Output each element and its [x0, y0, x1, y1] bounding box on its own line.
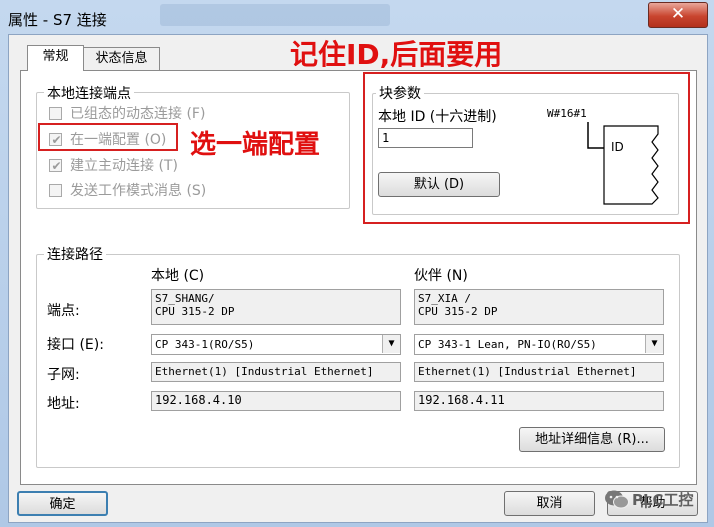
close-button[interactable]: ✕ — [648, 2, 708, 28]
chevron-down-icon[interactable]: ▼ — [645, 335, 663, 353]
partner-interface-select[interactable]: CP 343-1 Lean, PN-IO(RO/S5) ▼ — [414, 334, 664, 355]
local-id-input[interactable]: 1 — [378, 128, 473, 148]
chevron-down-icon[interactable]: ▼ — [382, 335, 400, 353]
window-title: 属性 - S7 连接 — [8, 11, 107, 29]
block-params-legend: 块参数 — [376, 83, 424, 103]
connection-path-legend: 连接路径 — [44, 244, 106, 264]
address-details-button[interactable]: 地址详细信息 (R)... — [519, 427, 665, 452]
tab-label: 常规 — [42, 49, 69, 64]
local-endpoint-legend: 本地连接端点 — [44, 83, 134, 103]
send-mode-message-label: 发送工作模式消息 (S) — [70, 183, 207, 199]
annotation-remember-id: 记住ID,后面要用 — [290, 38, 503, 71]
watermark-text: PLC工控 — [632, 491, 694, 509]
local-interface-value: CP 343-1(RO/S5) — [155, 338, 255, 351]
address-row-label: 地址: — [47, 396, 80, 412]
local-interface-select[interactable]: CP 343-1(RO/S5) ▼ — [151, 334, 401, 355]
ok-button[interactable]: 确定 — [17, 491, 108, 516]
block-id-text: ID — [611, 140, 624, 154]
interface-row-label: 接口 (E): — [47, 337, 104, 353]
close-icon: ✕ — [670, 4, 686, 24]
dynamic-connection-checkbox[interactable] — [49, 107, 62, 120]
send-mode-message-checkbox[interactable] — [49, 184, 62, 197]
local-id-label: 本地 ID (十六进制) — [378, 109, 497, 125]
local-endpoint-field: S7_SHANG/ CPU 315-2 DP — [151, 289, 401, 325]
block-connector-line — [587, 122, 604, 149]
active-connection-label: 建立主动连接 (T) — [70, 158, 178, 174]
title-bar[interactable]: 属性 - S7 连接 ✕ — [0, 0, 714, 36]
annotation-box-one-side — [38, 123, 178, 151]
annotation-one-side: 选一端配置 — [190, 130, 321, 160]
cancel-button[interactable]: 取消 — [504, 491, 595, 516]
tab-status-info[interactable]: 状态信息 — [83, 47, 160, 70]
local-column-header: 本地 (C) — [151, 268, 205, 284]
block-diagram — [587, 122, 659, 205]
active-connection-checkbox[interactable]: ✔ — [49, 159, 62, 172]
wechat-icon — [605, 490, 629, 509]
partner-subnet-field: Ethernet(1) [Industrial Ethernet] — [414, 362, 664, 382]
tab-label: 状态信息 — [95, 51, 148, 66]
partner-column-header: 伙伴 (N) — [414, 268, 468, 284]
partner-interface-value: CP 343-1 Lean, PN-IO(RO/S5) — [418, 338, 597, 351]
partner-endpoint-field: S7_XIA / CPU 315-2 DP — [414, 289, 664, 325]
dynamic-connection-label: 已组态的动态连接 (F) — [70, 106, 206, 122]
partner-address-field: 192.168.4.11 — [414, 391, 664, 411]
subnet-row-label: 子网: — [47, 367, 80, 383]
local-subnet-field: Ethernet(1) [Industrial Ethernet] — [151, 362, 401, 382]
endpoint-row-label: 端点: — [47, 303, 80, 319]
local-address-field: 192.168.4.10 — [151, 391, 401, 411]
default-button[interactable]: 默认 (D) — [378, 172, 500, 197]
block-outline — [603, 125, 659, 205]
tab-general[interactable]: 常规 — [27, 45, 84, 71]
background-window-ghost — [160, 4, 390, 26]
check-icon: ✔ — [51, 159, 62, 173]
